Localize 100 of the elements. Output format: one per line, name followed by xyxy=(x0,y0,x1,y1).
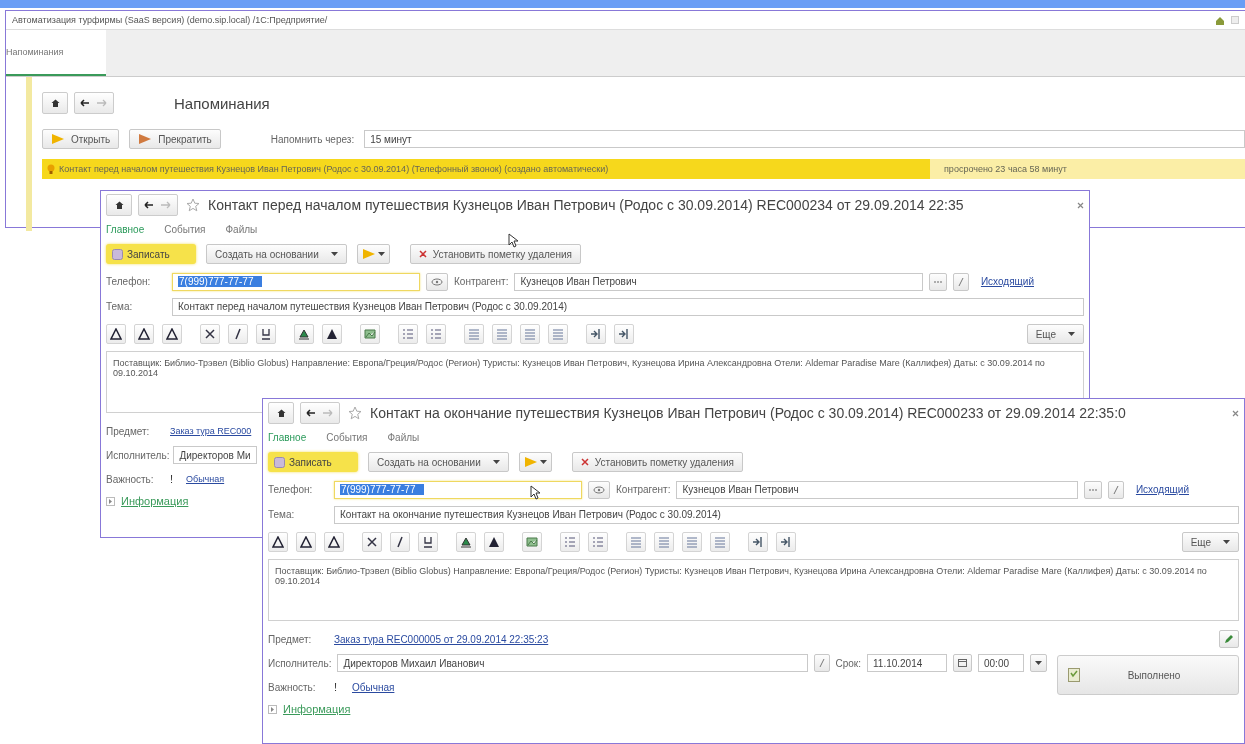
reminder-row[interactable]: Контакт перед началом путешествия Кузнецов Иван Петрович (Родос с 30.09.2014) (Телефонный звонок) (создано автоматически) xyxy=(42,159,930,179)
delete-mark-button[interactable]: Установить пометку удаления xyxy=(409,244,581,264)
section-tab[interactable]: Напоминания xyxy=(6,30,106,76)
format-button[interactable] xyxy=(296,532,316,552)
expand-icon[interactable] xyxy=(106,496,115,506)
align-icon xyxy=(468,328,480,340)
call-button[interactable] xyxy=(426,272,448,291)
back-forward-button[interactable] xyxy=(300,402,340,424)
format-button[interactable] xyxy=(294,324,314,344)
open-button[interactable] xyxy=(813,654,830,672)
toolbar-button[interactable]: Прекратить xyxy=(129,129,221,149)
image-icon xyxy=(364,328,376,340)
form-tab[interactable]: Главное xyxy=(106,223,145,235)
format-button[interactable] xyxy=(106,324,126,344)
time-field[interactable]: 00:00 xyxy=(978,654,1024,672)
call-button[interactable] xyxy=(588,480,610,499)
topic-field[interactable]: Контакт перед началом путешествия Кузнецов Иван Петрович (Родос с 30.09.2014) xyxy=(172,297,1084,316)
time-dropdown-button[interactable] xyxy=(1030,654,1047,672)
more-button[interactable]: Еще xyxy=(1026,324,1084,344)
home-button[interactable] xyxy=(106,194,132,216)
field-label: Исполнитель: xyxy=(268,657,332,669)
edit-button[interactable] xyxy=(1219,630,1239,648)
info-section-link[interactable]: Информация xyxy=(121,495,189,507)
save-button[interactable]: Записать xyxy=(268,452,358,472)
done-button[interactable]: Выполнено xyxy=(1057,655,1239,695)
expand-icon[interactable] xyxy=(268,704,277,714)
format-button[interactable] xyxy=(322,324,342,344)
lamp-menu-button[interactable] xyxy=(356,244,390,264)
list-icon xyxy=(402,328,414,340)
field-label: Тема: xyxy=(268,509,296,520)
format-button[interactable] xyxy=(362,532,382,552)
phone-field[interactable]: 7(999)777-77-77 xyxy=(172,272,420,291)
underline-icon xyxy=(422,536,434,548)
direction-link[interactable]: Исходящий xyxy=(1135,484,1189,495)
triangle-icon xyxy=(272,536,284,548)
info-section-link[interactable]: Информация xyxy=(283,703,351,715)
format-button[interactable] xyxy=(390,532,410,552)
delete-mark-button[interactable]: Установить пометку удаления xyxy=(571,452,743,472)
cross-icon xyxy=(418,250,427,258)
format-button[interactable] xyxy=(484,532,504,552)
format-button[interactable] xyxy=(456,532,476,552)
executor-field[interactable]: Директоров Михаил Иванович xyxy=(337,654,808,672)
close-icon[interactable] xyxy=(1232,409,1239,417)
form-tab[interactable]: События xyxy=(326,431,368,443)
form-tab[interactable]: Файлы xyxy=(225,223,258,235)
importance-link[interactable]: Обычная xyxy=(186,474,225,484)
more-button[interactable]: Еще xyxy=(1181,532,1239,552)
subject-link[interactable]: Заказ тура REC000005 от 29.09.2014 22:35:23 xyxy=(334,633,549,645)
subject-link[interactable]: Заказ тура REC000 xyxy=(170,426,252,436)
save-button[interactable]: Записать xyxy=(106,244,196,264)
arrow-icon xyxy=(306,409,334,417)
home-button[interactable] xyxy=(268,402,294,424)
dots-icon xyxy=(1088,488,1097,491)
format-button[interactable] xyxy=(268,532,288,552)
body-text: Поставщик: Библио-Трэвел (Biblio Globus) Направление: Европа/Греция/Родос (Регион) Туристы: Кузнецов Иван Петрович, Кузнецова Ирина Александровна Отели: Aldemar Paradise Mare (Каллифея) Даты: с 30.09.2014 по 09.10.2014 xyxy=(113,358,1045,379)
importance-link[interactable]: Обычная xyxy=(352,681,395,693)
select-button[interactable] xyxy=(1083,480,1102,499)
home-icon[interactable] xyxy=(1215,15,1225,25)
triangle-icon xyxy=(488,536,500,548)
create-based-button[interactable]: Создать на основании xyxy=(206,244,347,264)
create-based-button[interactable]: Создать на основании xyxy=(368,452,509,472)
format-button[interactable] xyxy=(162,324,182,344)
executor-field[interactable]: Директоров Ми xyxy=(173,446,257,464)
calendar-button[interactable] xyxy=(953,654,972,672)
topic-field[interactable]: Контакт на окончание путешествия Кузнецов Иван Петрович (Родос с 30.09.2014) xyxy=(334,505,1239,524)
open-button[interactable] xyxy=(952,272,969,291)
star-icon[interactable] xyxy=(186,198,200,212)
date-field[interactable]: 11.10.2014 xyxy=(867,654,947,672)
format-button[interactable] xyxy=(228,324,248,344)
triangle-icon xyxy=(328,536,340,548)
back-forward-button[interactable] xyxy=(74,92,114,114)
triangle-icon xyxy=(138,328,150,340)
align-icon xyxy=(524,328,536,340)
form-tab[interactable]: Файлы xyxy=(387,431,420,443)
open-button[interactable] xyxy=(1107,480,1124,499)
counterparty-field[interactable]: Кузнецов Иван Петрович xyxy=(514,272,923,291)
direction-link[interactable]: Исходящий xyxy=(980,276,1034,287)
counterparty-field[interactable]: Кузнецов Иван Петрович xyxy=(676,480,1078,499)
cursor-icon xyxy=(508,233,518,248)
back-forward-button[interactable] xyxy=(138,194,178,216)
toolbar-button[interactable]: Открыть xyxy=(42,129,120,149)
format-button[interactable] xyxy=(134,324,154,344)
form-tab[interactable]: События xyxy=(164,223,206,235)
cursor-icon xyxy=(530,485,540,500)
format-button[interactable] xyxy=(324,532,344,552)
home-button[interactable] xyxy=(42,92,68,114)
format-button[interactable] xyxy=(200,324,220,344)
select-button[interactable] xyxy=(928,272,947,291)
lamp-menu-button[interactable] xyxy=(518,452,552,472)
star-icon[interactable] xyxy=(348,406,362,420)
align-icon xyxy=(552,328,564,340)
field-label: Предмет: xyxy=(106,425,151,437)
remind-field[interactable]: 15 минут xyxy=(364,130,1245,148)
text-editor[interactable] xyxy=(268,559,1239,621)
pencil-icon xyxy=(1224,634,1234,644)
phone-field[interactable]: 7(999)777-77-77 xyxy=(334,480,582,499)
close-icon[interactable] xyxy=(1077,201,1084,209)
form-tab[interactable]: Главное xyxy=(268,431,307,443)
slash-icon xyxy=(818,659,825,667)
importance-mark: ! xyxy=(170,473,175,485)
